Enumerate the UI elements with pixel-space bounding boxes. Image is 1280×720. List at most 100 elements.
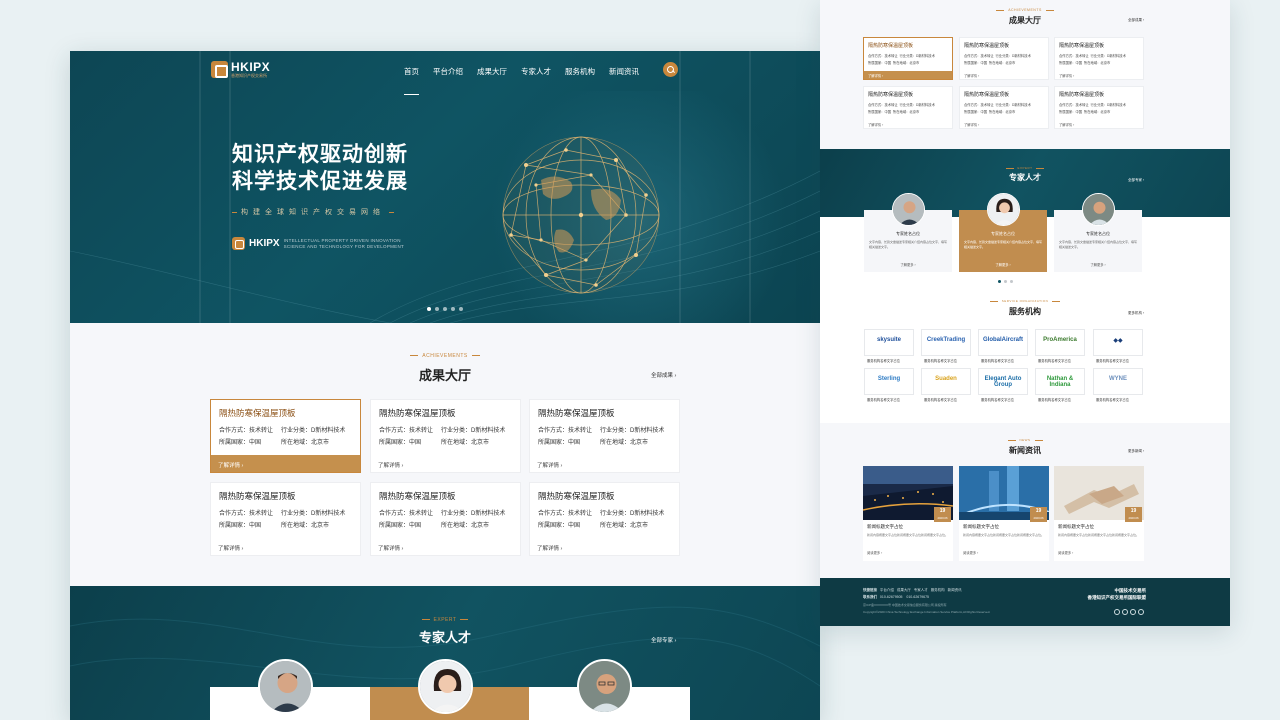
r-achievement-card-4[interactable]: 隔热防寒保温屋顶板 合作方式：技术转让 行业分类：D新材料技术 所属国家：中国 … [863, 86, 953, 129]
r-expert-more-link[interactable]: 了解更多 › [1054, 262, 1142, 267]
r-card-more[interactable]: 了解详情 › [1055, 120, 1143, 128]
footer-link-organizations[interactable]: 服务机构 [931, 588, 945, 592]
r-expert-more[interactable]: 全部专家 › [1128, 178, 1144, 183]
r-expert-more-link[interactable]: 了解更多 › [864, 262, 952, 267]
r-expert-more-link[interactable]: 了解更多 › [959, 262, 1047, 267]
footer-link-news[interactable]: 新闻资讯 [948, 588, 962, 592]
nav-item-achievements[interactable]: 成果大厅 [477, 66, 507, 77]
r-expert-name: 专家姓名占位 [991, 231, 1015, 236]
carousel-dot-5[interactable] [459, 307, 463, 311]
r-card-coop: 合作方式：技术转让 [1059, 103, 1089, 107]
org-card[interactable]: ◆◆ [1093, 329, 1143, 356]
achievement-card-1[interactable]: 隔热防寒保温屋顶板 合作方式：技术转让 行业分类：D新材料技术 所属国家：中国 所在… [210, 399, 361, 473]
achievement-card-5[interactable]: 隔热防寒保温屋顶板 合作方式：技术转让 行业分类：D新材料技术 所属国家：中国 所在… [370, 482, 521, 556]
card-title: 隔热防寒保温屋顶板 [379, 408, 456, 418]
nav-item-home[interactable]: 首页 [404, 66, 419, 95]
achievement-card-2[interactable]: 隔热防寒保温屋顶板 合作方式：技术转让 行业分类：D新材料技术 所属国家：中国 所在… [370, 399, 521, 473]
nav-item-about[interactable]: 平台介绍 [433, 66, 463, 77]
org-card[interactable]: CreekTrading [921, 329, 971, 356]
carousel-dot-1[interactable] [427, 307, 431, 311]
expert-avatar-3[interactable] [577, 659, 632, 714]
r-card-country: 所属国家：中国 [868, 61, 892, 65]
footer-link-about[interactable]: 平台介绍 [880, 588, 894, 592]
nav-item-organizations[interactable]: 服务机构 [565, 66, 595, 77]
r-card-more[interactable]: 了解详情 › [864, 71, 952, 79]
org-card[interactable]: skysuite [864, 329, 914, 356]
news-more-link[interactable]: 阅读更多 › [1058, 550, 1073, 555]
org-caption: 服务机构名称文字占位 [1096, 398, 1129, 402]
footer-link-experts[interactable]: 专家人才 [914, 588, 928, 592]
org-card[interactable]: WYNE [1093, 368, 1143, 395]
globe-network-icon [502, 136, 660, 294]
card-row-1: 合作方式：技术转让 行业分类：D新材料技术 [219, 508, 345, 517]
expert-more-link[interactable]: 全部专家 › [651, 636, 676, 644]
r-dot-3[interactable] [1010, 280, 1013, 283]
news-day: 19 [1130, 508, 1137, 514]
r-achievement-card-5[interactable]: 隔热防寒保温屋顶板 合作方式：技术转让 行业分类：D新材料技术 所属国家：中国 … [959, 86, 1049, 129]
expert-avatar-1[interactable] [258, 659, 313, 714]
r-card-more[interactable]: 了解详情 › [960, 71, 1048, 79]
achievements-more-link[interactable]: 全部成果 › [651, 371, 676, 379]
r-card-more[interactable]: 了解详情 › [864, 120, 952, 128]
r-org-more[interactable]: 更多机构 › [1128, 311, 1144, 316]
card-more-link[interactable]: 了解详情 › [530, 538, 679, 555]
r-achievement-card-3[interactable]: 隔热防寒保温屋顶板 合作方式：技术转让 行业分类：D新材料技术 所属国家：中国 … [1054, 37, 1144, 80]
news-more-link[interactable]: 阅读更多 › [867, 550, 882, 555]
news-card-1[interactable]: 19 2020.06 新闻标题文字占位 新闻内容概要文字占位新闻概要文字占位新闻概… [863, 466, 953, 561]
qq-icon[interactable] [1130, 609, 1136, 615]
org-card[interactable]: Nathan & Indiana [1035, 368, 1085, 395]
org-caption: 服务机构名称文字占位 [924, 398, 957, 402]
carousel-dot-3[interactable] [443, 307, 447, 311]
r-dot-2[interactable] [1004, 280, 1007, 283]
achievement-card-4[interactable]: 隔热防寒保温屋顶板 合作方式：技术转让 行业分类：D新材料技术 所属国家：中国 所在… [210, 482, 361, 556]
org-card[interactable]: ProAmerica [1035, 329, 1085, 356]
r-card-industry: 行业分类：D新材料技术 [1090, 54, 1126, 58]
org-card[interactable]: Elegant Auto Group [978, 368, 1028, 395]
r-card-more[interactable]: 了解详情 › [960, 120, 1048, 128]
org-logo: skysuite [876, 337, 901, 343]
card-more-link[interactable]: 了解详情 › [211, 455, 360, 472]
achievements-title: 成果大厅 [418, 368, 471, 383]
carousel-dot-4[interactable] [451, 307, 455, 311]
achievement-card-6[interactable]: 隔热防寒保温屋顶板 合作方式：技术转让 行业分类：D新材料技术 所属国家：中国 所在… [529, 482, 680, 556]
expert-avatar-2[interactable] [418, 659, 473, 714]
phone-icon[interactable] [1138, 609, 1144, 615]
card-more-link[interactable]: 了解详情 › [371, 455, 520, 472]
r-expert-avatar-3[interactable] [1082, 193, 1115, 226]
news-card-2[interactable]: 19 2020.06 新闻标题文字占位 新闻内容概要文字占位新闻概要文字占位新闻概… [959, 466, 1049, 561]
search-icon[interactable] [663, 62, 678, 77]
r-card-industry: 行业分类：D新材料技术 [995, 103, 1031, 107]
r-achievement-card-1[interactable]: 隔热防寒保温屋顶板 合作方式：技术转让 行业分类：D新材料技术 所属国家：中国 … [863, 37, 953, 80]
news-more-link[interactable]: 阅读更多 › [963, 550, 978, 555]
news-card-3[interactable]: 19 2020.06 新闻标题文字占位 新闻内容概要文字占位新闻概要文字占位新闻概… [1054, 466, 1144, 561]
nav-item-news[interactable]: 新闻资讯 [609, 66, 639, 77]
r-achievements-more[interactable]: 全部成果 › [1128, 18, 1144, 23]
card-more-link[interactable]: 了解详情 › [211, 538, 360, 555]
org-card[interactable]: Suaden [921, 368, 971, 395]
footer-contact: 联系我们 010-62679505 010-62679675 [863, 595, 929, 600]
card-more-link[interactable]: 了解详情 › [371, 538, 520, 555]
card-more-link[interactable]: 了解详情 › [530, 455, 679, 472]
r-achievement-card-2[interactable]: 隔热防寒保温屋顶板 合作方式：技术转让 行业分类：D新材料技术 所属国家：中国 … [959, 37, 1049, 80]
hero-brand-name: HKIPX [249, 238, 280, 249]
r-expert-avatar-1[interactable] [892, 193, 925, 226]
site-footer [820, 578, 1230, 626]
wechat-icon[interactable] [1122, 609, 1128, 615]
achievement-card-3[interactable]: 隔热防寒保温屋顶板 合作方式：技术转让 行业分类：D新材料技术 所属国家：中国 所在… [529, 399, 680, 473]
org-card[interactable]: GlobalAircraft [978, 329, 1028, 356]
news-title: 新闻标题文字占位 [1058, 524, 1094, 529]
logo-text: HKIPX [231, 59, 271, 74]
r-card-more-text: 了解详情 [868, 123, 882, 127]
site-logo[interactable]: HKIPX 香港知识产权交易所 [211, 61, 270, 78]
r-card-more[interactable]: 了解详情 › [1055, 71, 1143, 79]
r-achievement-card-6[interactable]: 隔热防寒保温屋顶板 合作方式：技术转让 行业分类：D新材料技术 所属国家：中国 … [1054, 86, 1144, 129]
r-expert-avatar-2[interactable] [987, 193, 1020, 226]
nav-item-experts[interactable]: 专家人才 [521, 66, 551, 77]
carousel-dot-2[interactable] [435, 307, 439, 311]
r-news-more[interactable]: 更多新闻 › [1128, 449, 1144, 454]
org-card[interactable]: Sterling [864, 368, 914, 395]
footer-link-achievements[interactable]: 成果大厅 [897, 588, 911, 592]
r-dot-1[interactable] [998, 280, 1001, 283]
r-card-title: 隔热防寒保温屋顶板 [1059, 43, 1105, 49]
weibo-icon[interactable] [1114, 609, 1120, 615]
